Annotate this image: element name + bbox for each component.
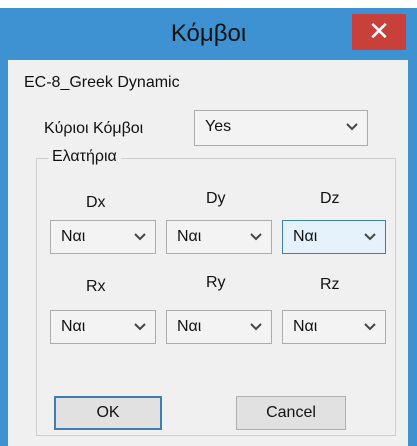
window-top-strip xyxy=(0,0,417,8)
ry-value: Ναι xyxy=(177,318,202,335)
chevron-down-icon xyxy=(250,233,262,241)
rx-value: Ναι xyxy=(61,318,86,335)
chevron-down-icon xyxy=(346,123,358,131)
main-nodes-label: Κύριοι Κόμβοι xyxy=(44,120,144,137)
title-bar[interactable]: Κόμβοι ✕ xyxy=(0,0,417,64)
ry-label: Ry xyxy=(206,274,226,291)
dz-label: Dz xyxy=(320,190,340,207)
dy-select[interactable]: Ναι xyxy=(166,220,272,254)
rz-value: Ναι xyxy=(293,318,318,335)
dx-label: Dx xyxy=(86,194,106,211)
cancel-button[interactable]: Cancel xyxy=(236,396,346,430)
chevron-down-icon xyxy=(364,233,376,241)
ok-button[interactable]: OK xyxy=(54,396,162,430)
rx-label: Rx xyxy=(86,278,106,295)
rx-select[interactable]: Ναι xyxy=(50,310,156,344)
dialog-client-area: EC-8_Greek Dynamic Κύριοι Κόμβοι Yes Ελα… xyxy=(8,60,408,446)
main-nodes-value: Yes xyxy=(205,118,232,135)
chevron-down-icon xyxy=(134,323,146,331)
dz-select[interactable]: Ναι xyxy=(282,220,386,254)
ry-select[interactable]: Ναι xyxy=(166,310,272,344)
dy-label: Dy xyxy=(206,190,226,207)
close-button[interactable]: ✕ xyxy=(352,14,406,50)
rz-label: Rz xyxy=(320,276,340,293)
close-icon: ✕ xyxy=(368,16,390,46)
springs-group-title: Ελατήρια xyxy=(48,148,121,166)
main-nodes-select[interactable]: Yes xyxy=(194,110,368,146)
chevron-down-icon xyxy=(134,233,146,241)
profile-name: EC-8_Greek Dynamic xyxy=(24,74,180,91)
rz-select[interactable]: Ναι xyxy=(282,310,386,344)
dy-value: Ναι xyxy=(177,228,202,245)
chevron-down-icon xyxy=(364,323,376,331)
dialog-window: Κόμβοι ✕ EC-8_Greek Dynamic Κύριοι Κόμβο… xyxy=(0,0,417,446)
dz-value: Ναι xyxy=(293,228,318,245)
chevron-down-icon xyxy=(250,323,262,331)
dx-select[interactable]: Ναι xyxy=(50,220,156,254)
dx-value: Ναι xyxy=(61,228,86,245)
